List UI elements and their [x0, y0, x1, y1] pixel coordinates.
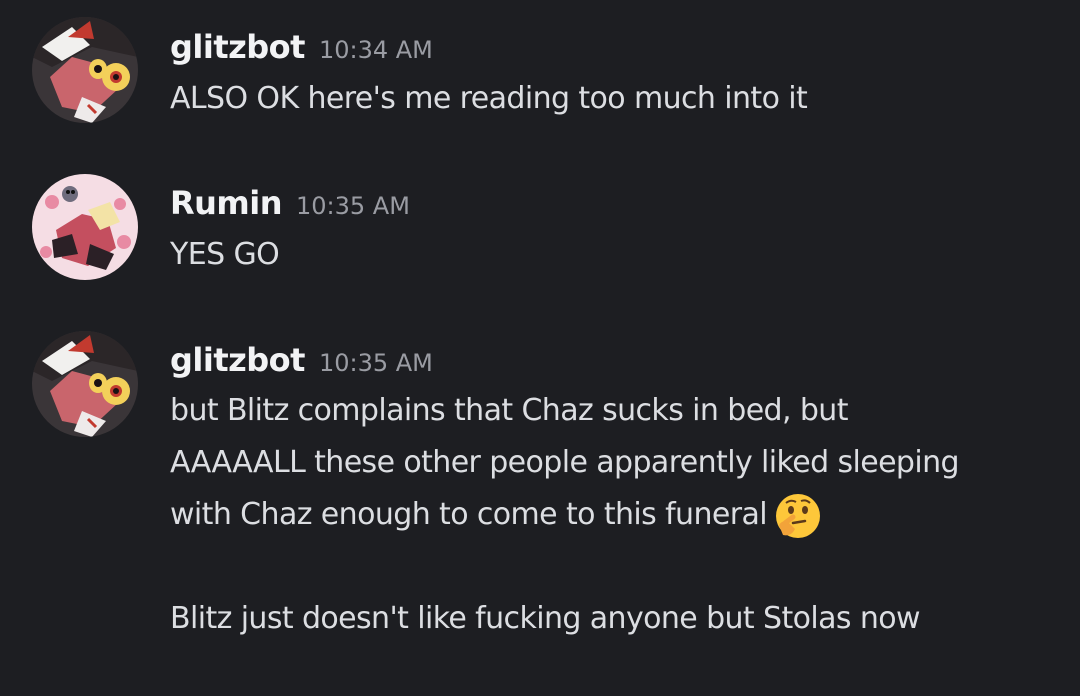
- message-line-text: with Chaz enough to come to this funeral: [170, 497, 768, 532]
- message-line: ALSO OK here's me reading too much into …: [170, 81, 808, 116]
- message-content: but Blitz complains that Chaz sucks in b…: [170, 385, 1050, 645]
- timestamp[interactable]: 10:35 AM: [296, 192, 410, 220]
- message-content: YES GO: [170, 229, 1050, 281]
- message-header: glitzbot 10:35 AM: [170, 341, 433, 379]
- message-line: Blitz just doesn't like fucking anyone b…: [170, 601, 921, 636]
- message-content: ALSO OK here's me reading too much into …: [170, 73, 1050, 125]
- timestamp[interactable]: 10:34 AM: [319, 36, 433, 64]
- author-name[interactable]: Rumin: [170, 184, 283, 222]
- message-header: glitzbot 10:34 AM: [170, 28, 433, 66]
- line-break-spacer: [170, 541, 1050, 593]
- glitzbot-avatar-icon: [32, 17, 138, 123]
- rumin-avatar-icon: [32, 174, 138, 280]
- avatar[interactable]: [32, 331, 138, 437]
- message-line: but Blitz complains that Chaz sucks in b…: [170, 393, 848, 428]
- message-line: YES GO: [170, 237, 280, 272]
- avatar[interactable]: [32, 17, 138, 123]
- message-line: with Chaz enough to come to this funeral: [170, 489, 1050, 541]
- message-header: Rumin 10:35 AM: [170, 184, 410, 222]
- avatar[interactable]: [32, 174, 138, 280]
- thinking-face-emoji-icon[interactable]: [773, 491, 823, 541]
- timestamp[interactable]: 10:35 AM: [319, 349, 433, 377]
- message-line: AAAAALL these other people apparently li…: [170, 445, 960, 480]
- glitzbot-avatar-icon: [32, 331, 138, 437]
- author-name[interactable]: glitzbot: [170, 341, 305, 379]
- author-name[interactable]: glitzbot: [170, 28, 305, 66]
